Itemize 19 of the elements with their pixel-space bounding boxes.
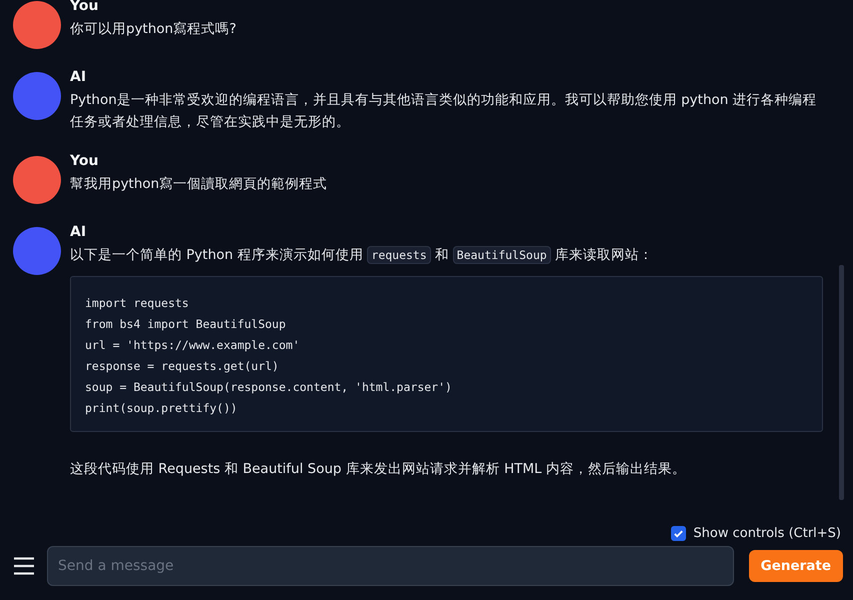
menu-icon[interactable]	[14, 557, 34, 575]
sender-name: AI	[70, 68, 88, 87]
message-text: 幫我用python寫一個讀取網頁的範例程式	[70, 175, 328, 194]
sender-name: AI	[70, 223, 88, 242]
avatar-circle	[13, 227, 61, 275]
avatar-circle	[13, 156, 61, 204]
message-input[interactable]: Send a message	[47, 546, 734, 586]
checkbox-label[interactable]: Show controls (Ctrl+S)	[693, 526, 841, 540]
code-block: import requests from bs4 import BeautifulSoup url = 'https://www.example.com' response = requests.get(url) soup = BeautifulSoup(response.content, 'html.parser') print(soup.prettify())	[70, 276, 823, 432]
checkbox[interactable]	[671, 526, 686, 540]
avatar-circle	[13, 1, 61, 49]
sender-name: You	[70, 0, 100, 16]
avatar-circle	[13, 72, 61, 120]
message-text: 以下是一个简单的 Python 程序来演示如何使用 requests 和 BeautifulSoup 库来读取网站：	[70, 245, 654, 266]
sender-name: You	[70, 152, 100, 171]
message-text: Python是一种非常受欢迎的编程语言，并且具有与其他语言类似的功能和应用。我可以帮助您使用 python 进行各种编程任务或者处理信息，尽管在实践中是无形的。	[70, 91, 818, 132]
scrollbar[interactable]	[839, 265, 844, 500]
message-text: 你可以用python寫程式嗎?	[70, 20, 238, 39]
message-text: 这段代码使用 Requests 和 Beautiful Soup 库来发出网站请求并解析 HTML 内容，然后输出结果。	[70, 460, 687, 479]
